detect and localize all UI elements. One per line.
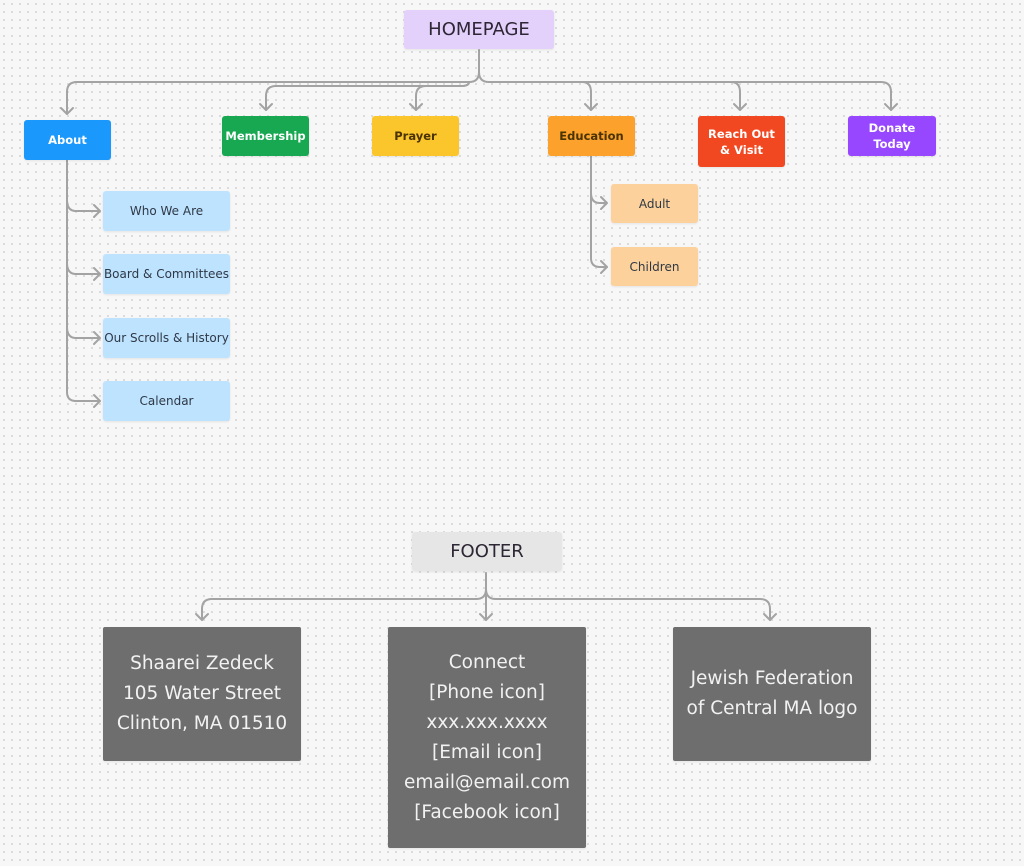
footer-address-street: 105 Water Street xyxy=(123,683,281,704)
footer-node[interactable]: FOOTER xyxy=(412,532,562,571)
arrowhead-footer-left xyxy=(195,613,209,621)
facebook-icon-placeholder: [Facebook icon] xyxy=(414,801,560,823)
connector-homepage-right xyxy=(478,71,892,111)
footer-federation-box[interactable]: Jewish Federation of Central MA logo xyxy=(673,627,871,761)
category-reach-out[interactable]: Reach Out & Visit xyxy=(698,116,785,167)
category-about-label: About xyxy=(48,133,87,147)
connector-footer-left xyxy=(201,588,487,621)
arrowhead-footer-right xyxy=(763,613,777,621)
connector-education-children-arrow xyxy=(600,260,608,274)
email-icon-placeholder: [Email icon] xyxy=(432,741,542,763)
about-child-scrolls-history[interactable]: Our Scrolls & History xyxy=(103,318,230,358)
arrowhead-donate xyxy=(884,103,898,111)
footer-label: FOOTER xyxy=(450,541,524,562)
connector-footer-right xyxy=(485,588,771,621)
connector-about-trunk xyxy=(66,159,101,402)
education-child-label: Adult xyxy=(638,196,671,211)
connector-about-board xyxy=(66,262,101,281)
about-child-label: Who We Are xyxy=(129,204,204,218)
about-child-label: Calendar xyxy=(139,394,194,408)
category-prayer-label: Prayer xyxy=(394,129,437,143)
category-education[interactable]: Education xyxy=(548,116,635,156)
connector-education-trunk xyxy=(590,155,608,268)
arrowhead-membership xyxy=(259,103,273,111)
category-education-label: Education xyxy=(559,129,624,143)
education-child-adult[interactable]: Adult xyxy=(611,184,698,223)
homepage-label: HOMEPAGE xyxy=(428,19,530,40)
footer-phone-number: xxx.xxx.xxxx xyxy=(426,711,548,733)
connector-about-scrolls xyxy=(66,326,101,345)
category-membership-label: Membership xyxy=(225,129,306,143)
arrowhead-footer-center xyxy=(479,613,493,621)
footer-address-city: Clinton, MA 01510 xyxy=(116,713,288,734)
connector-homepage-reach-out xyxy=(730,81,741,111)
about-child-board-committees[interactable]: Board & Committees xyxy=(103,254,230,294)
category-about[interactable]: About xyxy=(24,120,111,160)
connector-homepage-prayer xyxy=(415,81,470,111)
connector-education-adult xyxy=(590,192,608,210)
arrowhead-reach-out xyxy=(733,103,747,111)
connector-homepage-education xyxy=(581,81,592,111)
about-child-who-we-are[interactable]: Who We Are xyxy=(103,191,230,231)
footer-connect-heading: Connect xyxy=(448,651,526,673)
category-prayer[interactable]: Prayer xyxy=(372,116,459,156)
category-reach-out-line1: Reach Out xyxy=(708,126,775,141)
homepage-node[interactable]: HOMEPAGE xyxy=(404,10,554,49)
about-child-calendar[interactable]: Calendar xyxy=(103,381,230,421)
connector-about-who xyxy=(66,199,101,218)
footer-email-address: email@email.com xyxy=(404,771,570,793)
connector-about-calendar-arrow xyxy=(93,394,101,408)
category-donate[interactable]: Donate Today xyxy=(848,116,936,156)
footer-connect-box[interactable]: Connect [Phone icon] xxx.xxx.xxxx [Email… xyxy=(388,627,586,848)
category-donate-label: Donate Today xyxy=(868,121,916,151)
category-membership[interactable]: Membership xyxy=(222,116,309,156)
footer-address-name: Shaarei Zedeck xyxy=(130,653,274,674)
arrowhead-education xyxy=(584,103,598,111)
connector-homepage-trunk xyxy=(66,49,480,115)
connector-homepage-membership xyxy=(265,81,470,111)
education-child-label: Children xyxy=(629,259,680,274)
arrowhead-about xyxy=(60,107,74,115)
footer-address-box[interactable]: Shaarei Zedeck 105 Water Street Clinton,… xyxy=(103,627,301,761)
footer-federation-line1: Jewish Federation xyxy=(690,668,854,689)
arrowhead-prayer xyxy=(409,103,423,111)
education-child-children[interactable]: Children xyxy=(611,247,698,286)
phone-icon-placeholder: [Phone icon] xyxy=(429,681,545,703)
about-child-label: Board & Committees xyxy=(103,267,230,281)
category-reach-out-line2: & Visit xyxy=(720,142,763,157)
about-child-label: Our Scrolls & History xyxy=(104,331,229,345)
footer-federation-line2: of Central MA logo xyxy=(686,698,858,719)
